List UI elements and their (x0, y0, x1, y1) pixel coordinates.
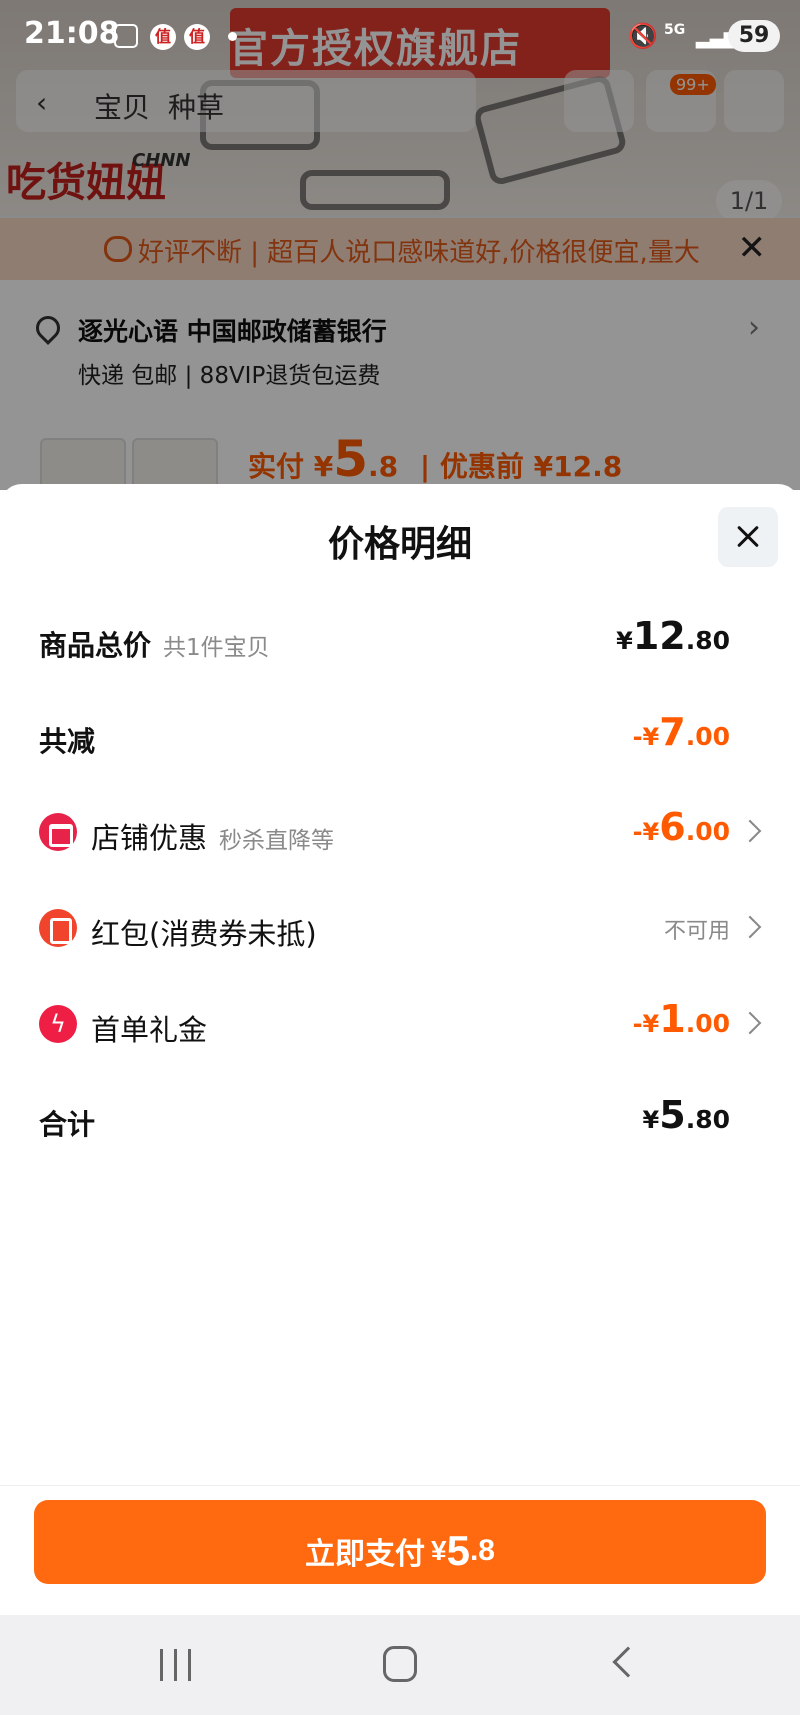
battery-indicator: 59 (728, 20, 780, 52)
amount-int: 7 (659, 710, 686, 754)
price-row-red-packet[interactable]: 红包(消费券未抵) 不可用 (0, 899, 800, 959)
row-status: 不可用 (663, 919, 730, 944)
row-amount: ¥5.80 (643, 1093, 730, 1137)
app-notification-icon: 值 (150, 24, 176, 50)
row-amount: ¥12.80 (616, 614, 730, 658)
currency: -¥ (632, 723, 660, 751)
currency: -¥ (632, 1010, 660, 1038)
pay-button-int: 5 (446, 1527, 470, 1574)
row-amount: -¥7.00 (633, 710, 730, 754)
row-label-text: 商品总价 (39, 629, 152, 662)
amount-dec: .80 (685, 626, 730, 655)
mute-icon: 🔇 (628, 22, 658, 50)
red-packet-icon (39, 909, 77, 947)
price-row-first-order-gift[interactable]: ϟ 首单礼金 -¥1.00 (0, 995, 800, 1055)
amount-int: 1 (659, 997, 686, 1041)
clock: 21:08 (24, 16, 120, 51)
chevron-right-icon (738, 819, 762, 843)
row-amount: -¥1.00 (633, 997, 730, 1041)
recent-apps-icon[interactable] (160, 1649, 194, 1681)
price-row-shop-discount[interactable]: 店铺优惠 秒杀直降等 -¥6.00 (0, 803, 800, 863)
amount-dec: .80 (685, 1105, 730, 1134)
screenshot-icon (114, 24, 138, 48)
pay-button-label: 立即支付 (305, 1538, 426, 1571)
shop-icon (39, 813, 77, 851)
system-nav-bar (0, 1615, 800, 1715)
back-icon[interactable] (612, 1646, 644, 1678)
currency: -¥ (632, 818, 660, 846)
currency: ¥ (642, 1106, 660, 1134)
notification-dot (228, 32, 237, 41)
row-label: 共减 (39, 725, 96, 758)
row-sub: 秒杀直降等 (219, 828, 335, 854)
pay-button-currency: ¥ (431, 1535, 447, 1566)
row-label: 红包(消费券未抵) (91, 917, 317, 951)
amount-dec: .00 (685, 817, 730, 846)
amount-dec: .00 (685, 1009, 730, 1038)
currency: ¥ (616, 627, 633, 655)
row-label: 合计 (39, 1108, 96, 1141)
row-amount: -¥6.00 (633, 805, 730, 849)
amount-int: 5 (659, 1093, 686, 1137)
price-row-total: 商品总价 共1件宝贝 ¥12.80 (0, 612, 800, 672)
sheet-title: 价格明细 (327, 524, 472, 565)
network-type: 5G (664, 22, 686, 38)
lightning-icon: ϟ (39, 1005, 77, 1043)
home-icon[interactable] (383, 1646, 417, 1682)
chevron-right-icon (738, 915, 762, 939)
price-row-sum: 合计 ¥5.80 (0, 1091, 800, 1151)
pay-now-button[interactable]: 立即支付 ¥5.8 (34, 1500, 766, 1584)
app-notification-icon: 值 (184, 24, 210, 50)
row-label: 店铺优惠 秒杀直降等 (91, 815, 334, 857)
row-label: 商品总价 共1件宝贝 (39, 624, 270, 664)
chevron-right-icon (738, 1011, 762, 1035)
row-sub: 共1件宝贝 (163, 635, 270, 661)
amount-int: 12 (632, 614, 686, 658)
row-label-text: 店铺优惠 (91, 821, 208, 855)
price-row-total-discount: 共减 -¥7.00 (0, 708, 800, 768)
modal-overlay[interactable] (0, 0, 800, 490)
row-label: 首单礼金 (91, 1013, 208, 1047)
divider (0, 1485, 800, 1486)
pay-button-dec: .8 (469, 1534, 495, 1567)
amount-int: 6 (659, 805, 686, 849)
amount-dec: .00 (685, 722, 730, 751)
close-button[interactable] (718, 507, 778, 567)
status-bar: 21:08 值 值 🔇 5G ▂▃▅▇ 59 (0, 0, 800, 70)
